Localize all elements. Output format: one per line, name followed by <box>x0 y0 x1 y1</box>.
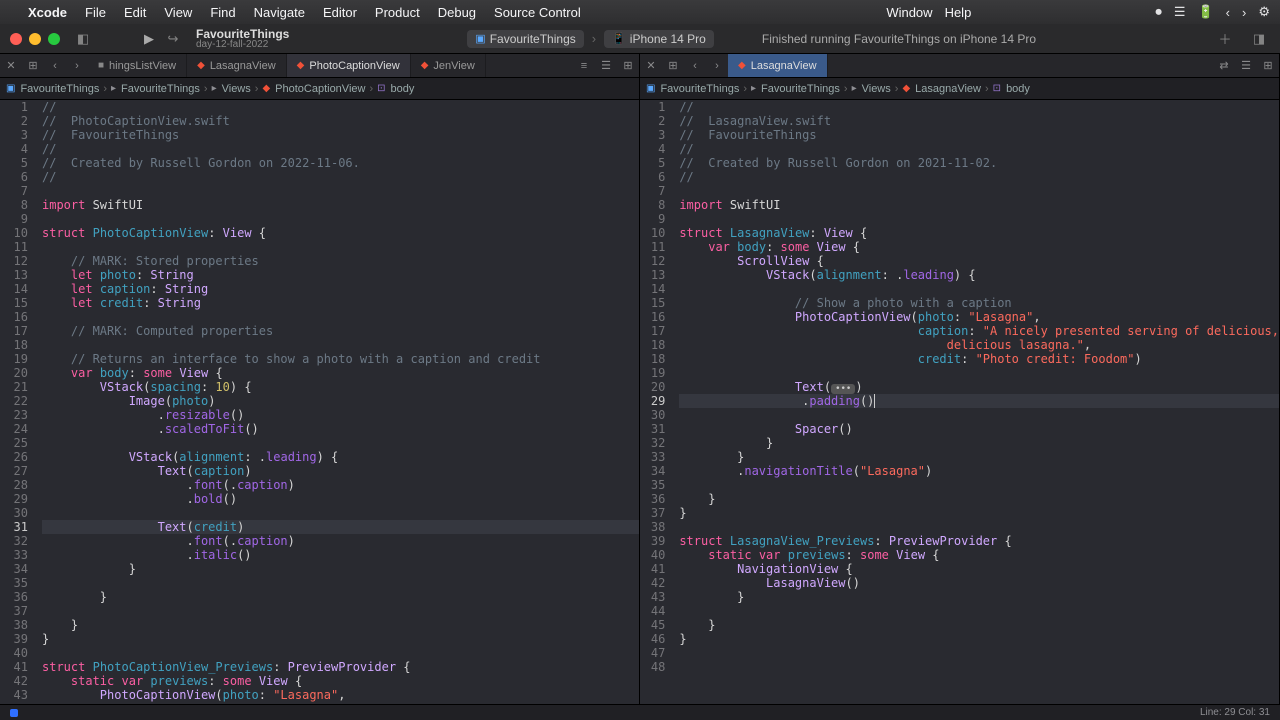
control-center-icon[interactable]: ⚙ <box>1258 4 1270 20</box>
back-nav-icon[interactable]: ‹ <box>44 60 66 72</box>
activity-status: Finished running FavouriteThings on iPho… <box>762 32 1036 46</box>
add-editor-icon[interactable]: ⊞ <box>1257 59 1279 72</box>
status-bar: Line: 29 Col: 31 <box>0 704 1280 720</box>
menu-view[interactable]: View <box>164 5 192 20</box>
tab-lasagnaview-r[interactable]: ◆LasagnaView <box>728 54 828 77</box>
editor-options-icon[interactable]: ≡ <box>573 60 595 72</box>
menu-window[interactable]: Window <box>886 5 932 20</box>
forward-icon[interactable]: › <box>1242 5 1246 20</box>
adjust-editor-icon[interactable]: ☰ <box>595 59 617 72</box>
screen-record-icon[interactable]: ⏺ <box>1155 4 1162 20</box>
right-tabbar: ✕ ⊞ ‹ › ◆LasagnaView ⇄ ☰ ⊞ <box>640 54 1279 78</box>
related-items-icon[interactable]: ⊞ <box>22 59 44 72</box>
library-toggle-icon[interactable]: ◨ <box>1248 31 1270 47</box>
tab-lasagnaview[interactable]: ◆LasagnaView <box>187 54 287 77</box>
menu-help[interactable]: Help <box>945 5 972 20</box>
forward-nav-icon[interactable]: › <box>66 60 88 72</box>
menu-editor[interactable]: Editor <box>323 5 357 20</box>
right-code-editor[interactable]: 1234567891011121314151617181819202930313… <box>640 100 1279 704</box>
close-tab-icon[interactable]: ✕ <box>640 59 662 72</box>
navigator-toggle-icon[interactable]: ◧ <box>72 31 94 47</box>
traffic-lights[interactable] <box>10 33 60 45</box>
back-nav-icon[interactable]: ‹ <box>684 60 706 72</box>
tab-photocaptionview[interactable]: ◆PhotoCaptionView <box>287 54 411 77</box>
xcode-toolbar: ◧ ▶ ↪ FavouriteThings day-12-fall-2022 ▣… <box>0 24 1280 54</box>
zoom-window-icon[interactable] <box>48 33 60 45</box>
forward-nav-icon[interactable]: › <box>706 60 728 72</box>
canvas-icon[interactable]: ⇄ <box>1213 59 1235 72</box>
destination-selector[interactable]: 📱iPhone 14 Pro <box>604 30 714 48</box>
stop-button[interactable]: ↪ <box>162 31 184 47</box>
menu-find[interactable]: Find <box>210 5 235 20</box>
battery-icon[interactable]: 🔋 <box>1197 4 1213 20</box>
tab-thingslistview[interactable]: ■hingsListView <box>88 54 187 77</box>
left-breadcrumb[interactable]: ▣FavouriteThings› ▸FavouriteThings› ▸Vie… <box>0 78 639 100</box>
run-button[interactable]: ▶ <box>144 31 154 47</box>
back-icon[interactable]: ‹ <box>1226 5 1230 20</box>
menu-product[interactable]: Product <box>375 5 420 20</box>
stage-manager-icon[interactable]: ☰ <box>1174 4 1186 20</box>
editor-pane-left: ✕ ⊞ ‹ › ■hingsListView ◆LasagnaView ◆Pho… <box>0 54 640 704</box>
app-menu[interactable]: Xcode <box>28 5 67 20</box>
left-tabbar: ✕ ⊞ ‹ › ■hingsListView ◆LasagnaView ◆Pho… <box>0 54 639 78</box>
tab-jenview[interactable]: ◆JenView <box>411 54 486 77</box>
left-code-editor[interactable]: 1234567891011121314151617181920212223242… <box>0 100 639 704</box>
menu-source-control[interactable]: Source Control <box>494 5 581 20</box>
menu-navigate[interactable]: Navigate <box>254 5 305 20</box>
macos-menubar: Xcode File Edit View Find Navigate Edito… <box>0 0 1280 24</box>
close-window-icon[interactable] <box>10 33 22 45</box>
editor-pane-right: ✕ ⊞ ‹ › ◆LasagnaView ⇄ ☰ ⊞ ▣FavouriteThi… <box>640 54 1280 704</box>
adjust-editor-icon[interactable]: ☰ <box>1235 59 1257 72</box>
menu-file[interactable]: File <box>85 5 106 20</box>
related-items-icon[interactable]: ⊞ <box>662 59 684 72</box>
close-tab-icon[interactable]: ✕ <box>0 59 22 72</box>
cursor-position: Line: 29 Col: 31 <box>1200 707 1270 718</box>
scheme-info: FavouriteThings day-12-fall-2022 <box>196 28 289 50</box>
minimize-window-icon[interactable] <box>29 33 41 45</box>
right-breadcrumb[interactable]: ▣FavouriteThings› ▸FavouriteThings› ▸Vie… <box>640 78 1279 100</box>
menu-debug[interactable]: Debug <box>438 5 476 20</box>
debug-indicator-icon[interactable] <box>10 709 18 717</box>
menu-edit[interactable]: Edit <box>124 5 146 20</box>
add-editor-icon[interactable]: ⊞ <box>617 59 639 72</box>
add-button-icon[interactable]: ＋ <box>1214 29 1236 48</box>
scheme-selector[interactable]: ▣FavouriteThings <box>467 30 583 48</box>
